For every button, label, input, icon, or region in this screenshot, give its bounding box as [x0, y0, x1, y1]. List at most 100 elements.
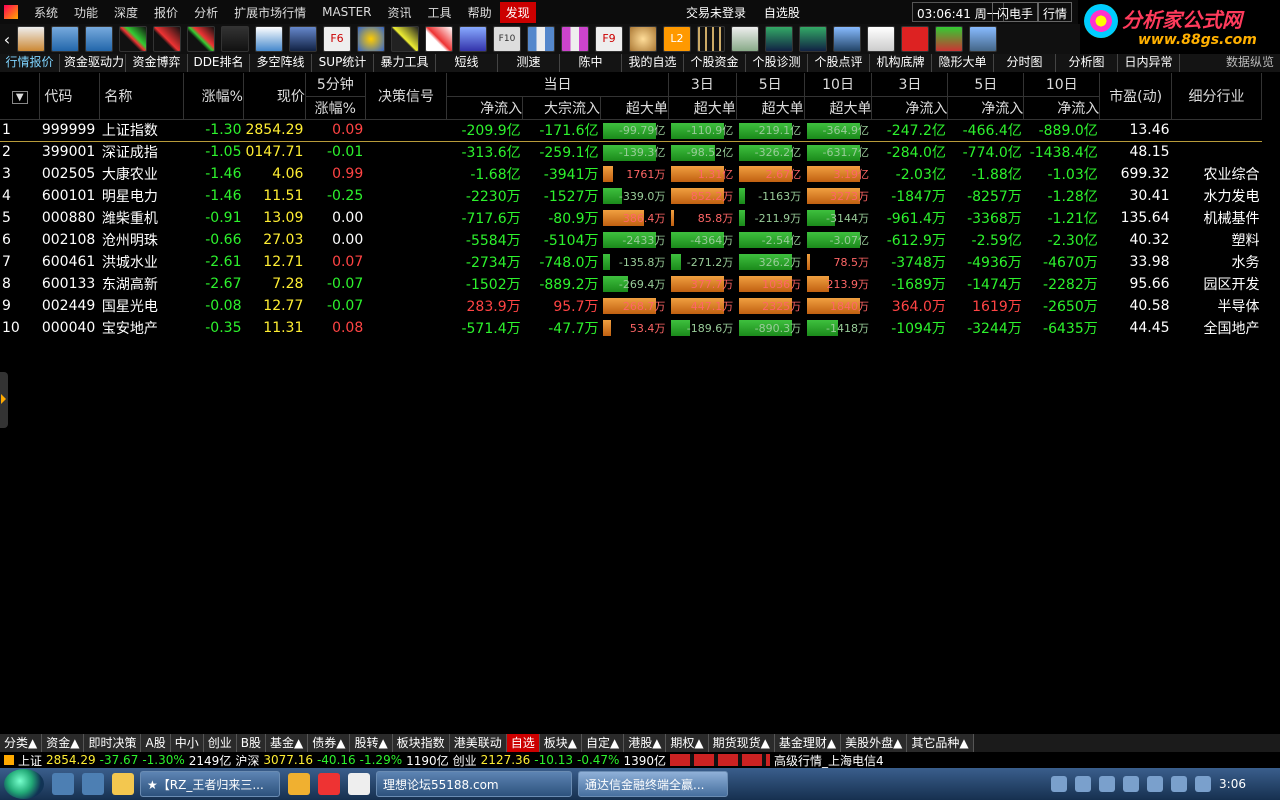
f9-icon[interactable]: F9 [595, 26, 623, 52]
app-red-icon[interactable] [318, 773, 340, 795]
calculator-icon[interactable] [731, 26, 759, 52]
table-row[interactable]: 3 002505 大康农业 -1.46 4.06 0.99 -1.68亿 -3941万 1761… [0, 163, 1262, 185]
table-row[interactable]: 4 600101 明星电力 -1.46 11.51 -0.25 -2230万 -1527万 -3… [0, 185, 1262, 207]
header-code[interactable]: 代码 [39, 73, 101, 120]
home-icon[interactable] [17, 26, 45, 52]
bottom-tab[interactable]: 美股外盘▲ [841, 734, 908, 752]
bottom-tab[interactable]: 期货现货▲ [708, 734, 775, 752]
table-row[interactable]: 6 002108 沧州明珠 -0.66 27.03 0.00 -5584万 -5104万 -24… [0, 229, 1262, 251]
menu-help[interactable]: 帮助 [460, 4, 500, 21]
grid-icon[interactable] [697, 26, 725, 52]
people-icon[interactable] [629, 26, 657, 52]
f6-icon[interactable]: F6 [323, 26, 351, 52]
menu-quote[interactable]: 报价 [146, 4, 186, 21]
arrow-up-icon[interactable] [51, 26, 79, 52]
header-signal[interactable]: 决策信号 [365, 73, 448, 120]
table-row[interactable]: 10 000040 宝安地产 -0.35 11.31 0.08 -571.4万 -47.7万 5… [0, 317, 1262, 339]
wave-icon[interactable] [221, 26, 249, 52]
bottom-tab[interactable]: 即时决策 [84, 734, 142, 752]
bottom-tab[interactable]: 基金理财▲ [774, 734, 842, 752]
zigzag-icon[interactable] [425, 26, 453, 52]
table-row[interactable]: 1 999999 上证指数 -1.30 2854.29 0.09 -209.9亿 -171.6… [0, 119, 1262, 142]
trend-up-icon[interactable] [153, 26, 181, 52]
bottom-tab[interactable]: 分类▲ [0, 734, 43, 752]
watchlist-label[interactable]: 自选股 [764, 6, 800, 20]
folder-icon[interactable] [112, 773, 134, 795]
header-net-3d[interactable]: 净流入 [871, 96, 949, 120]
tab-speed[interactable]: 测速 [498, 54, 560, 72]
task-tdx[interactable]: 通达信金融终端全赢... [578, 771, 728, 797]
bottom-tab[interactable]: 中小 [170, 734, 204, 752]
menu-discover[interactable]: 发现 [499, 1, 536, 23]
bottom-tab[interactable]: 创业 [203, 734, 237, 752]
bottom-tab[interactable]: 自定▲ [581, 734, 625, 752]
bottom-tab[interactable]: B股 [236, 734, 266, 752]
bottom-tab[interactable]: 期权▲ [666, 734, 709, 752]
table-row[interactable]: 5 000880 潍柴重机 -0.91 13.09 0.00 -717.6万 -80.9万 38… [0, 207, 1262, 229]
tray-help-icon[interactable] [1075, 776, 1092, 792]
tray-volume-icon[interactable] [1171, 776, 1188, 792]
header-super-3d[interactable]: 超大单 [668, 96, 737, 120]
multi-chart-icon[interactable] [935, 26, 963, 52]
tab-institution[interactable]: 机构底牌 [870, 54, 932, 72]
font-icon[interactable] [901, 26, 929, 52]
header-net-10d[interactable]: 净流入 [1023, 96, 1101, 120]
tab-sup-stats[interactable]: SUP统计 [312, 54, 374, 72]
tab-hidden-orders[interactable]: 隐形大单 [932, 54, 994, 72]
task-forum[interactable]: 理想论坛55188.com [376, 771, 572, 797]
bottom-tab[interactable]: A股 [141, 734, 171, 752]
task-rz[interactable]: ★【RZ_王者归来三... [140, 771, 280, 797]
bottom-tab[interactable]: 板块指数 [392, 734, 450, 752]
header-net-5d[interactable]: 净流入 [947, 96, 1025, 120]
tab-my-watchlist[interactable]: 我的自选 [622, 54, 684, 72]
bottom-tab[interactable]: 其它品种▲ [907, 734, 974, 752]
menu-depth[interactable]: 深度 [106, 4, 146, 21]
market-button[interactable]: 行情 [1038, 2, 1073, 22]
expand-panel-handle[interactable] [0, 372, 8, 428]
calendar-icon[interactable] [255, 26, 283, 52]
tab-intraday-anomaly[interactable]: 日内异常 [1118, 54, 1180, 72]
select-column-dropdown[interactable]: ▼ [0, 73, 41, 120]
header-5min-a[interactable]: 5分钟 [305, 73, 366, 97]
header-super-10d[interactable]: 超大单 [804, 96, 873, 120]
app-white-icon[interactable] [348, 773, 370, 795]
header-price[interactable]: 现价 [243, 73, 306, 120]
tray-keyboard-icon[interactable] [1051, 776, 1068, 792]
tab-fund-drive[interactable]: 资金驱动力 [60, 54, 126, 72]
ie-alt-icon[interactable] [82, 773, 104, 795]
menu-analysis[interactable]: 分析 [186, 4, 226, 21]
l2-icon[interactable]: L2 [663, 26, 691, 52]
monitor-chart-icon[interactable] [765, 26, 793, 52]
bottom-tab[interactable]: 债券▲ [308, 734, 351, 752]
toolbar-scroll-left-icon[interactable]: ‹ [0, 30, 14, 49]
tray-shield-icon[interactable] [1123, 776, 1140, 792]
menu-function[interactable]: 功能 [66, 4, 106, 21]
header-change-pct[interactable]: 涨幅% [183, 73, 244, 120]
arrow-down-icon[interactable] [85, 26, 113, 52]
bar-chart-icon[interactable] [527, 26, 555, 52]
start-button[interactable] [4, 769, 44, 799]
header-industry[interactable]: 细分行业 [1171, 73, 1262, 120]
media-icon[interactable] [288, 773, 310, 795]
screen-icon[interactable] [833, 26, 861, 52]
kline-icon[interactable] [119, 26, 147, 52]
table-row[interactable]: 7 600461 洪城水业 -2.61 12.71 0.07 -2734万 -748.0万 -1… [0, 251, 1262, 273]
menu-extended-market[interactable]: 扩展市场行情 [226, 4, 314, 21]
tab-dde-rank[interactable]: DDE排名 [188, 54, 250, 72]
tray-flag-icon[interactable] [1195, 776, 1212, 792]
tab-quote[interactable]: 行情报价 [0, 54, 60, 72]
header-super-today[interactable]: 超大单 [600, 96, 669, 120]
candle-icon[interactable] [187, 26, 215, 52]
yen-icon[interactable] [289, 26, 317, 52]
header-5min-b[interactable]: 涨幅% [305, 96, 366, 120]
tab-stock-diagnosis[interactable]: 个股诊测 [746, 54, 808, 72]
header-super-5d[interactable]: 超大单 [736, 96, 805, 120]
table-row[interactable]: 9 002449 国星光电 -0.08 12.77 -0.07 283.9万 95.7万 268… [0, 295, 1262, 317]
header-net-inflow[interactable]: 净流入 [446, 96, 524, 120]
window-icon[interactable] [969, 26, 997, 52]
bottom-tab[interactable]: 自选 [506, 734, 540, 752]
tab-intraday-chart[interactable]: 分时图 [994, 54, 1056, 72]
tray-add-icon[interactable] [1147, 776, 1164, 792]
bottom-tab[interactable]: 股转▲ [350, 734, 393, 752]
f10-icon[interactable]: F10 [493, 26, 521, 52]
